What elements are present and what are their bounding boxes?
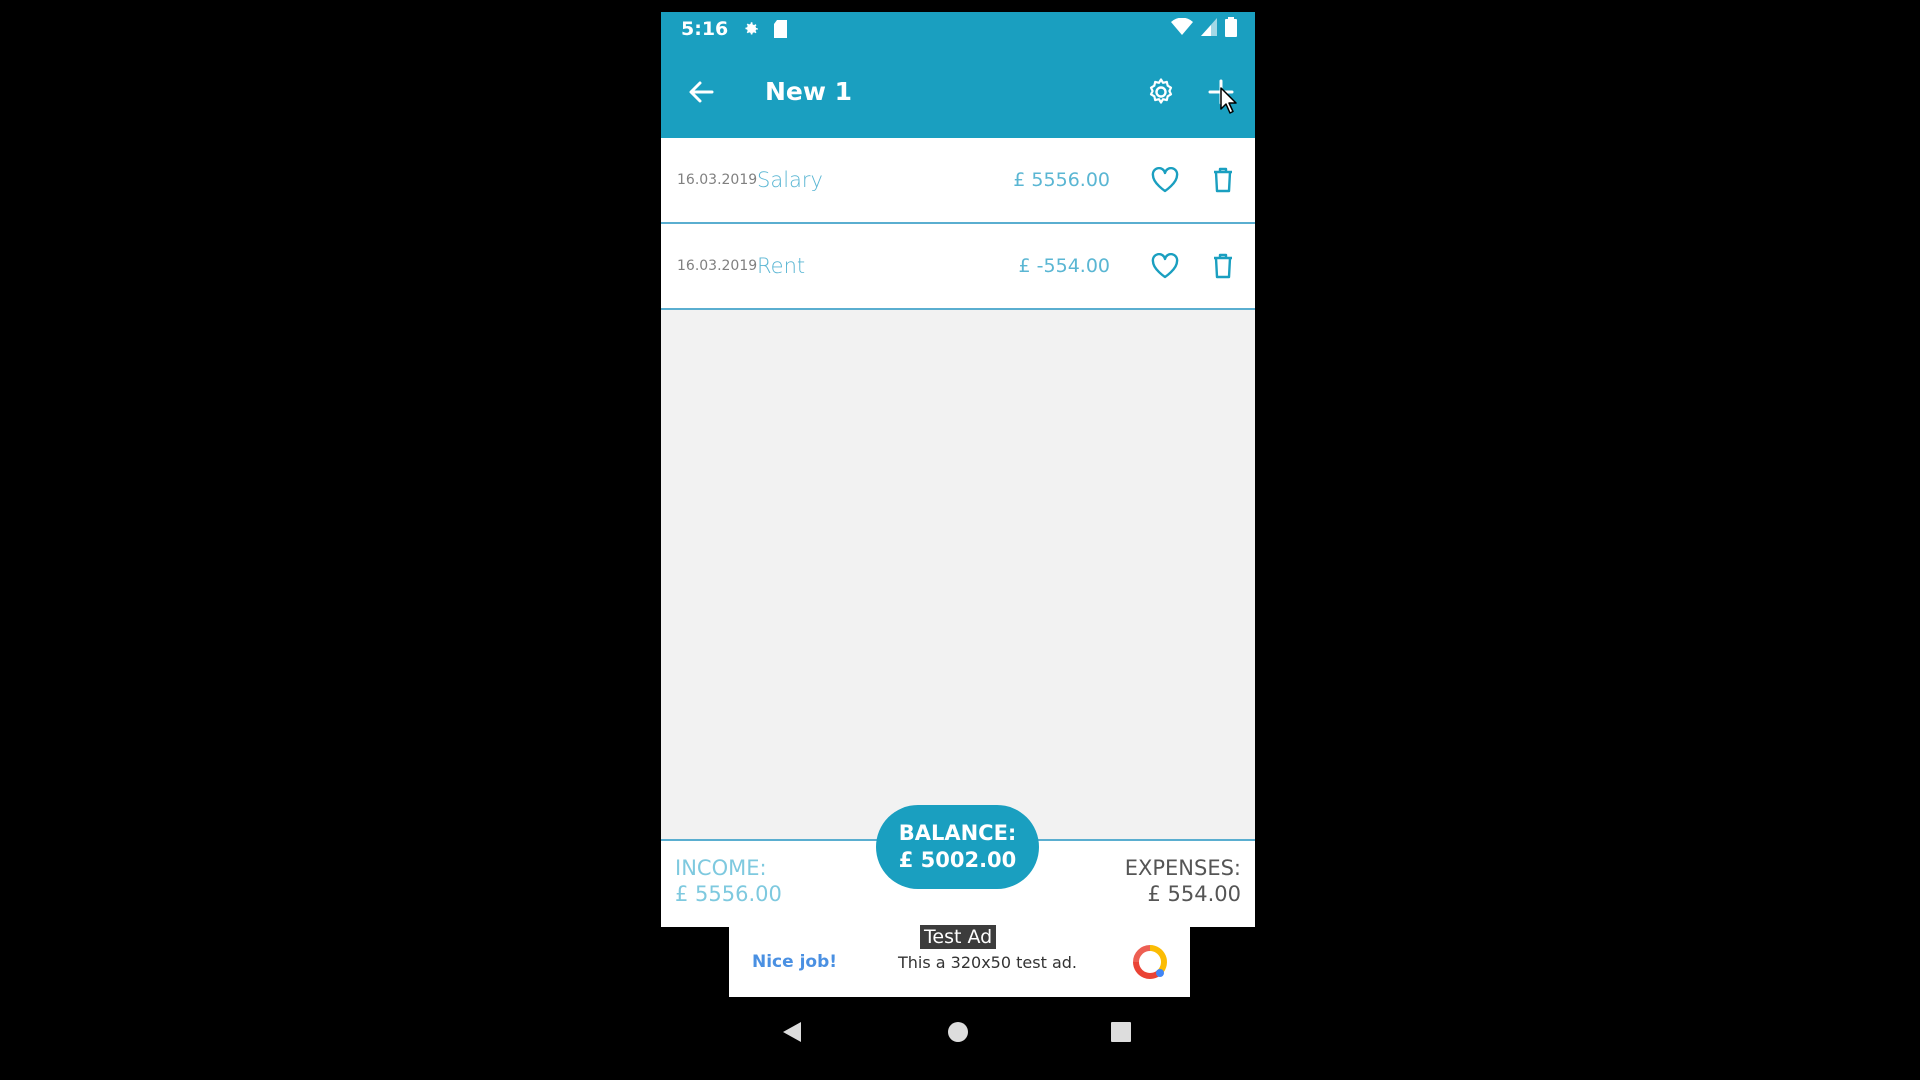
transaction-date: 16.03.2019 [677,258,758,274]
gear-icon [742,20,760,38]
balance-button[interactable]: BALANCE: £ 5002.00 [876,805,1039,889]
sd-card-icon [774,19,788,38]
transaction-amount: £ -554.00 [1018,255,1110,277]
balance-label: BALANCE: [898,821,1017,845]
income-value: £ 5556.00 [675,882,782,906]
heart-icon[interactable] [1148,249,1182,283]
recents-square-icon[interactable] [1111,1022,1131,1042]
trash-icon[interactable] [1206,249,1240,283]
ad-headline[interactable]: Nice job! [752,952,837,972]
wifi-icon [1171,17,1193,40]
status-bar: 5:16 [661,12,1255,45]
ad-logo-icon [1132,944,1168,980]
signal-icon [1201,17,1217,40]
phone-screen: 5:16 New 1 16.03.2019 Salary £ 5556.00 1… [661,12,1255,927]
home-circle-icon[interactable] [947,1021,969,1043]
settings-gear-icon[interactable] [1141,72,1181,112]
ad-text: This a 320x50 test ad. [898,953,1077,972]
transaction-row-rent[interactable]: 16.03.2019 Rent £ -554.00 [661,224,1255,310]
trash-icon[interactable] [1206,163,1240,197]
battery-icon [1225,16,1237,41]
expenses-label: EXPENSES: [1124,856,1241,880]
transaction-row-salary[interactable]: 16.03.2019 Salary £ 5556.00 [661,138,1255,224]
transaction-amount: £ 5556.00 [1013,169,1110,191]
expenses-value: £ 554.00 [1147,882,1241,906]
summary-bar: INCOME: £ 5556.00 BALANCE: £ 5002.00 EXP… [661,805,1255,927]
transaction-label: Salary [757,168,823,192]
add-plus-icon[interactable] [1201,72,1241,114]
back-triangle-icon[interactable] [781,1020,803,1044]
income-label: INCOME: [675,856,767,880]
ad-banner[interactable]: Test Ad Nice job! This a 320x50 test ad. [729,925,1190,997]
nav-bar [661,1008,1255,1058]
balance-value: £ 5002.00 [898,848,1017,872]
transaction-list: 16.03.2019 Salary £ 5556.00 16.03.2019 R… [661,138,1255,854]
page-title: New 1 [765,77,853,106]
app-bar: New 1 [661,45,1255,138]
ad-tag: Test Ad [920,925,997,949]
status-time: 5:16 [681,17,729,40]
transaction-label: Rent [757,254,806,278]
mouse-cursor-icon [1220,86,1237,114]
transaction-date: 16.03.2019 [677,172,758,188]
income-total: INCOME: £ 5556.00 [675,855,782,907]
expenses-total: EXPENSES: £ 554.00 [1125,855,1241,907]
back-arrow-icon[interactable] [683,74,719,110]
heart-icon[interactable] [1148,163,1182,197]
